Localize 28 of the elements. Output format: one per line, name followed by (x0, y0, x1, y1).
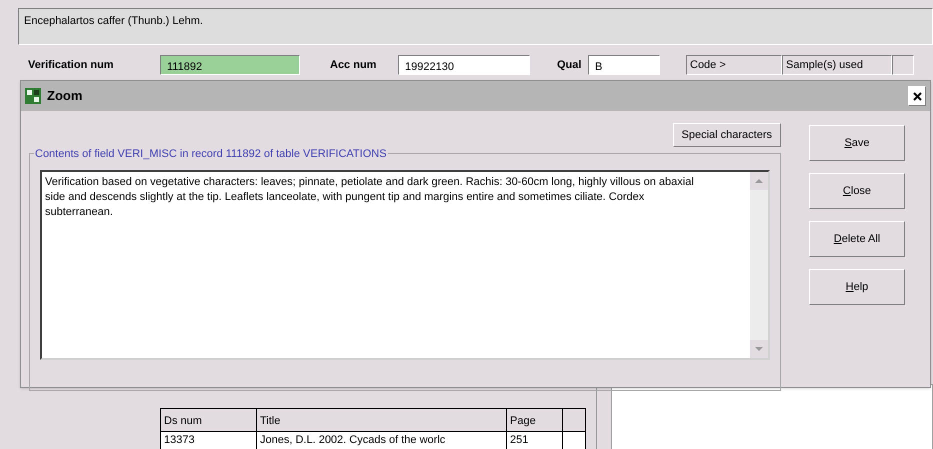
close-icon (912, 92, 922, 100)
special-characters-button[interactable]: Special characters (672, 123, 781, 147)
dialog-button[interactable]: Help (809, 269, 905, 305)
close-button[interactable] (908, 86, 926, 106)
column-header: Ds num (161, 409, 257, 431)
table-cell: 13373 (161, 432, 257, 449)
app-icon (25, 88, 41, 104)
dialog-button[interactable]: Save (809, 125, 905, 161)
field-label: Verification num (28, 58, 115, 73)
dialog-button[interactable]: Delete All (809, 221, 905, 257)
field-label: Qual (557, 58, 582, 73)
input-field[interactable]: B (588, 55, 660, 75)
field-label: Acc num (330, 58, 378, 73)
input-field[interactable]: 19922130 (398, 55, 530, 75)
column-header: Title (257, 409, 507, 431)
group-label: Contents of field VERI_MISC in record 111892 of table VERIFICATIONS (34, 146, 388, 162)
table-cell: 251 (507, 432, 563, 449)
table-cell: Jones, D.L. 2002. Cycads of the worlc (257, 432, 507, 449)
scroll-down-icon[interactable] (750, 340, 768, 358)
scroll-up-icon[interactable] (750, 172, 768, 190)
dialog-title: Zoom (47, 87, 82, 106)
header-button[interactable]: Sample(s) used (782, 55, 892, 75)
dialog-button[interactable]: Close (809, 173, 905, 209)
column-header: Page (507, 409, 563, 431)
scrollbar[interactable] (750, 172, 768, 358)
record-title-field: Encephalartos caffer (Thunb.) Lehm. (18, 8, 933, 45)
header-button[interactable]: Code > (686, 55, 782, 75)
input-field[interactable]: 111892 (160, 55, 300, 75)
